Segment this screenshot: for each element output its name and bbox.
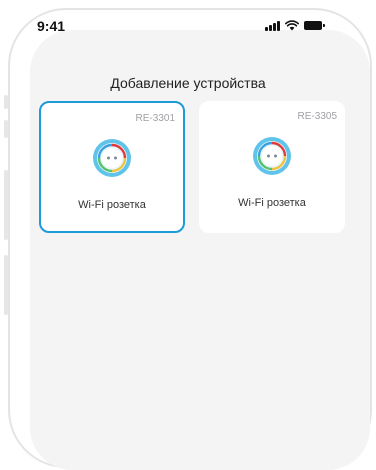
battery-icon xyxy=(304,21,325,30)
device-name: Wi-Fi розетка xyxy=(78,199,146,211)
status-bar: 9:41 xyxy=(0,0,340,50)
device-card-re-3305[interactable]: RE-3305 Wi-Fi розетка xyxy=(199,101,345,233)
phone-screen xyxy=(30,30,370,470)
device-card-re-3301[interactable]: RE-3301 Wi-Fi розетка xyxy=(39,101,185,233)
page-title: Добавление устройства xyxy=(110,75,266,91)
wifi-icon xyxy=(285,20,299,31)
status-icons xyxy=(265,20,325,31)
device-name: Wi-Fi розетка xyxy=(238,197,306,209)
status-time: 9:41 xyxy=(37,18,66,34)
smart-plug-icon xyxy=(253,137,291,175)
device-model: RE-3305 xyxy=(297,111,337,122)
signal-icon xyxy=(265,20,280,31)
device-model: RE-3301 xyxy=(135,113,175,124)
smart-plug-icon xyxy=(93,139,131,177)
